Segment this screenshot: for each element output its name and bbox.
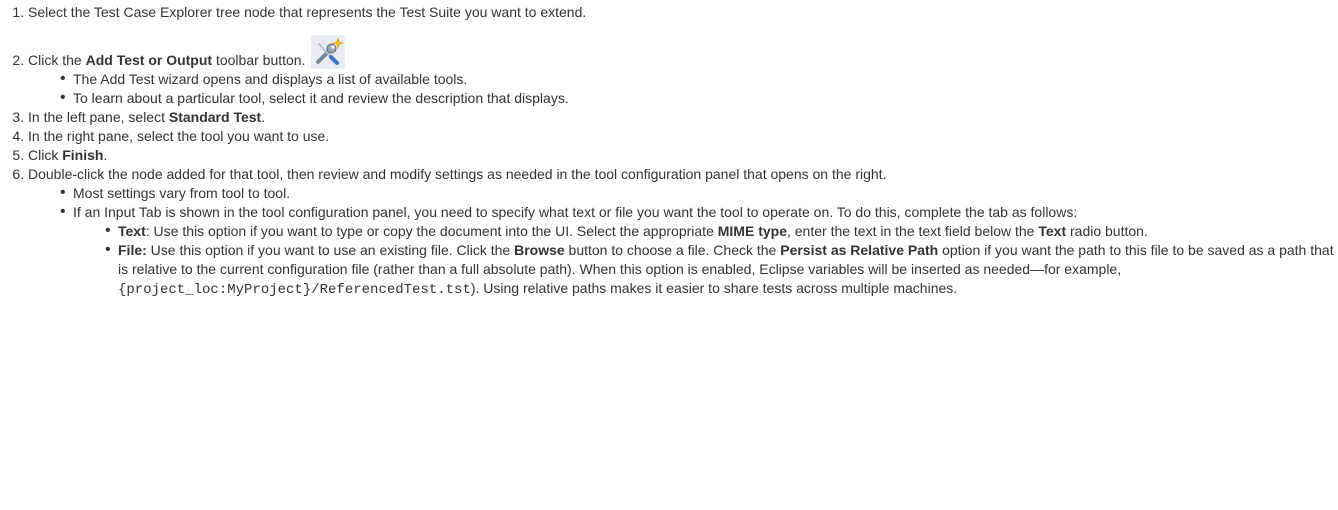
text-option-desc-2: , enter the text in the text field below… xyxy=(786,223,1039,239)
step-6: Double-click the node added for that too… xyxy=(28,165,1338,300)
file-option-item: File: Use this option if you want to use… xyxy=(103,240,1338,300)
text-radio-label: Text xyxy=(1038,223,1067,239)
step-2-pre: Click the xyxy=(28,52,86,68)
text-option-desc-3: radio button. xyxy=(1066,223,1148,239)
step-1-text: Select the Test Case Explorer tree node … xyxy=(28,4,587,20)
steps-list: Select the Test Case Explorer tree node … xyxy=(0,3,1338,300)
step-3-pre: In the left pane, select xyxy=(28,109,169,125)
input-tab-options: Text: Use this option if you want to typ… xyxy=(73,221,1338,300)
step-5-post: . xyxy=(103,147,108,163)
step-1: Select the Test Case Explorer tree node … xyxy=(28,3,1338,22)
browse-label: Browse xyxy=(514,242,565,258)
step-2-bold: Add Test or Output xyxy=(85,52,213,68)
file-option-desc-4: ). Using relative paths makes it easier … xyxy=(470,280,958,296)
step-2-bullets: The Add Test wizard opens and displays a… xyxy=(28,69,1338,108)
instructions-document: Select the Test Case Explorer tree node … xyxy=(0,0,1338,300)
text-option-desc: : Use this option if you want to type or… xyxy=(145,223,718,239)
step-5-bold: Finish xyxy=(62,147,104,163)
input-tab-text: If an Input Tab is shown in the tool con… xyxy=(73,204,1078,220)
step-5: Click Finish. xyxy=(28,146,1338,165)
step-3: In the left pane, select Standard Test. xyxy=(28,108,1338,127)
persist-relative-path-label: Persist as Relative Path xyxy=(780,242,939,258)
step-2-post: toolbar button. xyxy=(212,52,310,68)
step-6-bullets: Most settings vary from tool to tool. If… xyxy=(28,183,1338,300)
add-test-toolbar-icon xyxy=(311,35,346,69)
list-item: Most settings vary from tool to tool. xyxy=(58,183,1338,203)
list-item: To learn about a particular tool, select… xyxy=(58,88,1338,108)
step-6-text: Double-click the node added for that too… xyxy=(28,166,887,182)
step-3-post: . xyxy=(261,109,266,125)
text-option-item: Text: Use this option if you want to typ… xyxy=(103,221,1338,241)
mime-type-label: MIME type xyxy=(717,223,787,239)
step-4: In the right pane, select the tool you w… xyxy=(28,127,1338,146)
file-option-desc: Use this option if you want to use an ex… xyxy=(146,242,515,258)
list-item: The Add Test wizard opens and displays a… xyxy=(58,69,1338,89)
example-path-code: {project_loc:MyProject}/ReferencedTest.t… xyxy=(118,282,471,298)
step-4-text: In the right pane, select the tool you w… xyxy=(28,128,330,144)
step-5-pre: Click xyxy=(28,147,63,163)
step-3-bold: Standard Test xyxy=(168,109,262,125)
file-option-label: File: xyxy=(118,242,147,258)
step-2: Click the Add Test or Output toolbar but… xyxy=(28,35,1338,108)
text-option-label: Text xyxy=(118,223,146,239)
file-option-desc-2: button to choose a file. Check the xyxy=(564,242,781,258)
list-item: If an Input Tab is shown in the tool con… xyxy=(58,202,1338,300)
